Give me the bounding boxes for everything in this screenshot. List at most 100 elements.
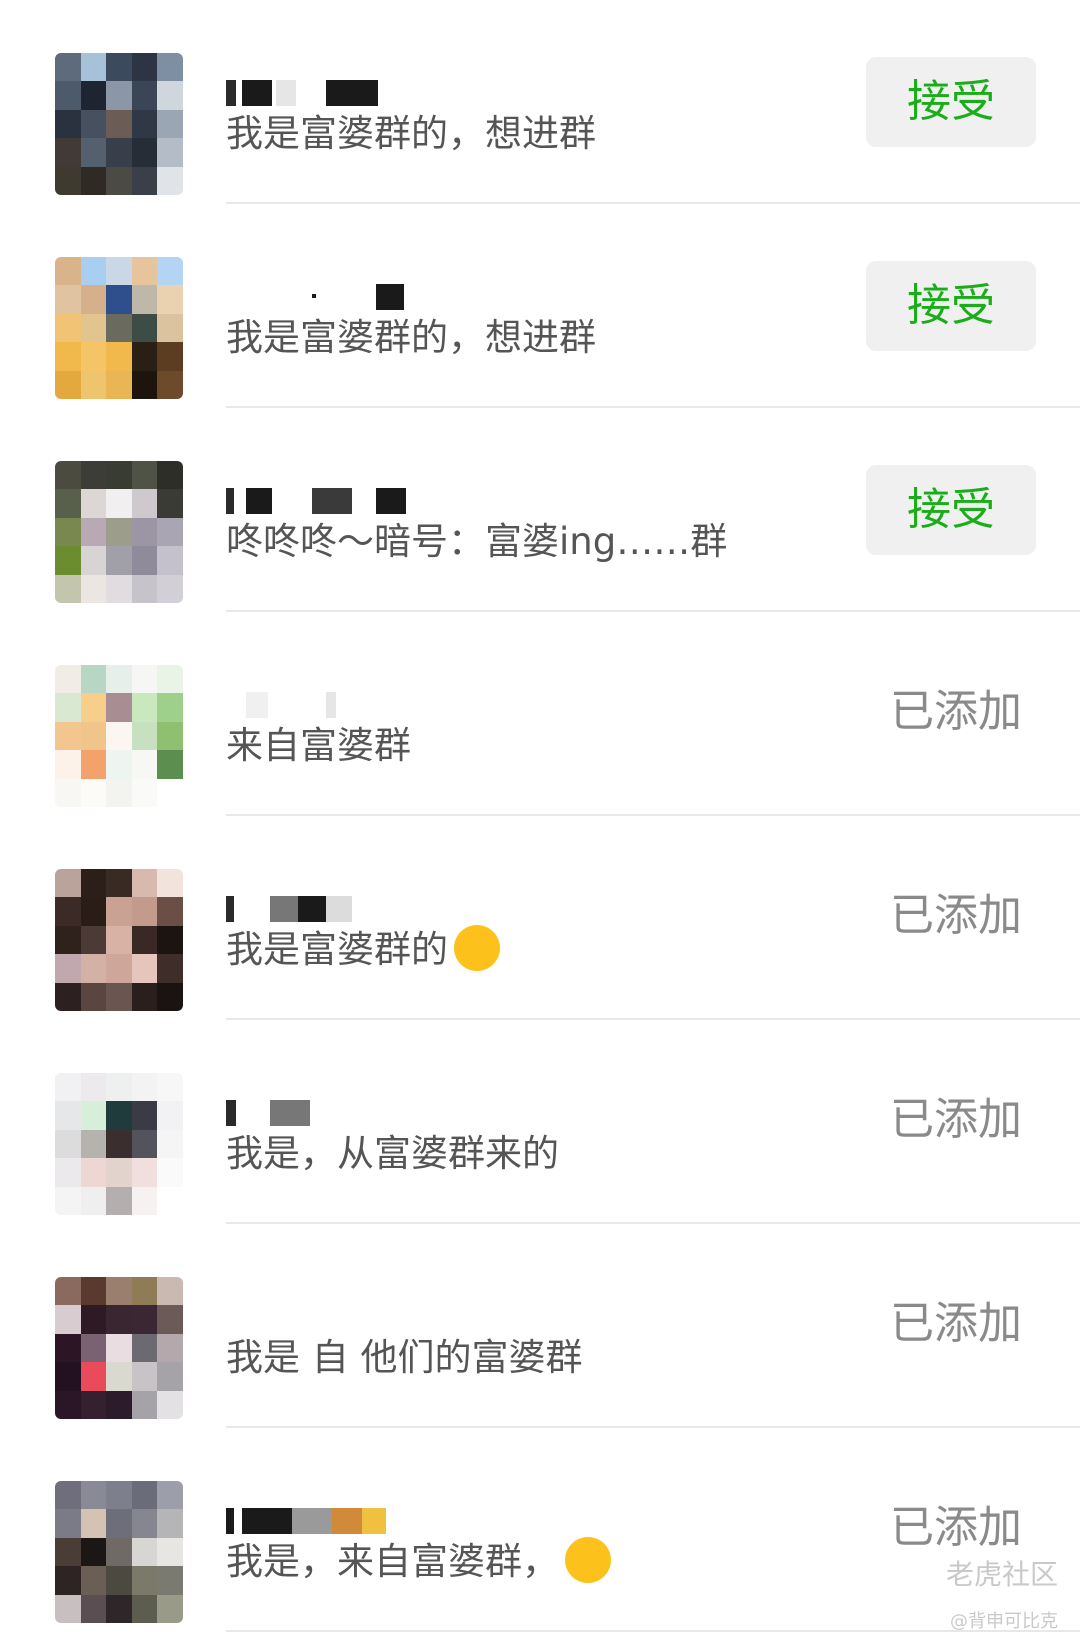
avatar-pixel bbox=[106, 109, 132, 139]
avatar-pixel bbox=[157, 1362, 183, 1391]
friend-request-row[interactable]: 我是富婆群的，想进群 接受 bbox=[0, 204, 1080, 408]
avatar-pixel bbox=[55, 489, 81, 518]
avatar-pixel bbox=[131, 1390, 158, 1419]
avatar-pixel bbox=[80, 370, 107, 399]
request-message: 我是，从富婆群来的 bbox=[226, 1132, 559, 1175]
request-message: 我是富婆群的 bbox=[226, 924, 500, 975]
avatar-pixel bbox=[131, 897, 158, 926]
avatar-pixel bbox=[131, 1101, 158, 1130]
avatar-pixel bbox=[80, 1390, 107, 1419]
friend-request-list: 我是富婆群的，想进群 接受 我是富婆群的，想进群 接受 咚咚咚～暗号：富婆ing… bbox=[0, 0, 1080, 1632]
accept-button[interactable]: 接受 bbox=[866, 465, 1036, 555]
avatar-pixel bbox=[131, 778, 158, 807]
avatar-pixel bbox=[157, 138, 183, 167]
avatar-pixel bbox=[131, 693, 158, 722]
avatar-pixel bbox=[55, 1390, 81, 1419]
accept-button[interactable]: 接受 bbox=[866, 261, 1036, 351]
contact-name-redacted bbox=[226, 80, 406, 108]
avatar-pixel bbox=[55, 1101, 81, 1130]
avatar[interactable] bbox=[55, 1481, 183, 1623]
avatar-pixel bbox=[131, 461, 158, 490]
avatar[interactable] bbox=[55, 1073, 183, 1215]
avatar-pixel bbox=[80, 693, 107, 722]
avatar-pixel bbox=[157, 869, 183, 898]
avatar-pixel bbox=[80, 53, 107, 82]
avatar-pixel bbox=[157, 1277, 183, 1306]
friend-request-row[interactable]: 我是，从富婆群来的 已添加 bbox=[0, 1020, 1080, 1224]
message-text: 我是，来自富婆群， bbox=[226, 1540, 559, 1583]
avatar-pixel bbox=[131, 1537, 158, 1567]
avatar-pixel bbox=[131, 1305, 158, 1334]
avatar-pixel bbox=[106, 665, 132, 694]
avatar-pixel bbox=[157, 693, 183, 722]
avatar-pixel bbox=[55, 693, 81, 722]
avatar-pixel bbox=[106, 954, 132, 983]
avatar[interactable] bbox=[55, 1277, 183, 1419]
avatar[interactable] bbox=[55, 461, 183, 603]
avatar-pixel bbox=[55, 517, 81, 547]
avatar-pixel bbox=[106, 778, 132, 807]
avatar-pixel bbox=[55, 1594, 81, 1623]
avatar-pixel bbox=[157, 665, 183, 694]
avatar-pixel bbox=[80, 778, 107, 807]
avatar-pixel bbox=[131, 285, 158, 314]
avatar-pixel bbox=[55, 166, 81, 195]
avatar-pixel bbox=[157, 982, 183, 1011]
tears-of-joy-emoji-icon bbox=[565, 1536, 611, 1583]
avatar-pixel bbox=[106, 285, 132, 314]
avatar[interactable] bbox=[55, 869, 183, 1011]
avatar-pixel bbox=[157, 925, 183, 955]
avatar-pixel bbox=[131, 1073, 158, 1102]
avatar-pixel bbox=[157, 1073, 183, 1102]
avatar-pixel bbox=[157, 721, 183, 751]
avatar-pixel bbox=[157, 1158, 183, 1187]
avatar-pixel bbox=[106, 342, 132, 371]
avatar-pixel bbox=[55, 954, 81, 983]
avatar-pixel bbox=[55, 1158, 81, 1187]
friend-request-row[interactable]: 我是，来自富婆群， 已添加 bbox=[0, 1428, 1080, 1632]
avatar-pixel bbox=[106, 982, 132, 1011]
friend-request-row[interactable]: 咚咚咚～暗号：富婆ing……群 接受 bbox=[0, 408, 1080, 612]
avatar-pixel bbox=[55, 342, 81, 371]
accept-button[interactable]: 接受 bbox=[866, 57, 1036, 147]
avatar-pixel bbox=[80, 750, 107, 779]
avatar-pixel bbox=[157, 546, 183, 575]
avatar-pixel bbox=[55, 982, 81, 1011]
avatar-pixel bbox=[106, 897, 132, 926]
avatar-pixel bbox=[55, 53, 81, 82]
added-status: 已添加 bbox=[890, 1502, 1022, 1553]
avatar-pixel bbox=[80, 869, 107, 898]
friend-request-row[interactable]: 来自富婆群 已添加 bbox=[0, 612, 1080, 816]
avatar-pixel bbox=[157, 166, 183, 195]
avatar[interactable] bbox=[55, 53, 183, 195]
avatar[interactable] bbox=[55, 665, 183, 807]
avatar-pixel bbox=[55, 257, 81, 286]
contact-name-redacted bbox=[226, 1100, 406, 1128]
avatar-pixel bbox=[55, 313, 81, 343]
friend-request-row[interactable]: 我是富婆群的 已添加 bbox=[0, 816, 1080, 1020]
avatar-pixel bbox=[106, 313, 132, 343]
avatar-pixel bbox=[106, 1129, 132, 1159]
avatar[interactable] bbox=[55, 257, 183, 399]
avatar-pixel bbox=[80, 1481, 107, 1510]
avatar-pixel bbox=[106, 517, 132, 547]
watermark-handle: @背申可比克 bbox=[950, 1611, 1058, 1632]
friend-request-row[interactable]: 我是 自 他们的富婆群 已添加 bbox=[0, 1224, 1080, 1428]
avatar-pixel bbox=[131, 313, 158, 343]
avatar-pixel bbox=[55, 109, 81, 139]
avatar-pixel bbox=[131, 1277, 158, 1306]
friend-request-row[interactable]: 我是富婆群的，想进群 接受 bbox=[0, 0, 1080, 204]
avatar-pixel bbox=[131, 721, 158, 751]
avatar-pixel bbox=[55, 1186, 81, 1215]
avatar-pixel bbox=[80, 138, 107, 167]
avatar-pixel bbox=[80, 546, 107, 575]
avatar-pixel bbox=[157, 1594, 183, 1623]
avatar-pixel bbox=[106, 1277, 132, 1306]
request-message: 我是富婆群的，想进群 bbox=[226, 316, 596, 359]
avatar-pixel bbox=[106, 81, 132, 110]
avatar-pixel bbox=[131, 1186, 158, 1215]
avatar-pixel bbox=[106, 1566, 132, 1595]
avatar-pixel bbox=[157, 1101, 183, 1130]
contact-name-redacted bbox=[226, 488, 406, 516]
avatar-pixel bbox=[131, 574, 158, 603]
